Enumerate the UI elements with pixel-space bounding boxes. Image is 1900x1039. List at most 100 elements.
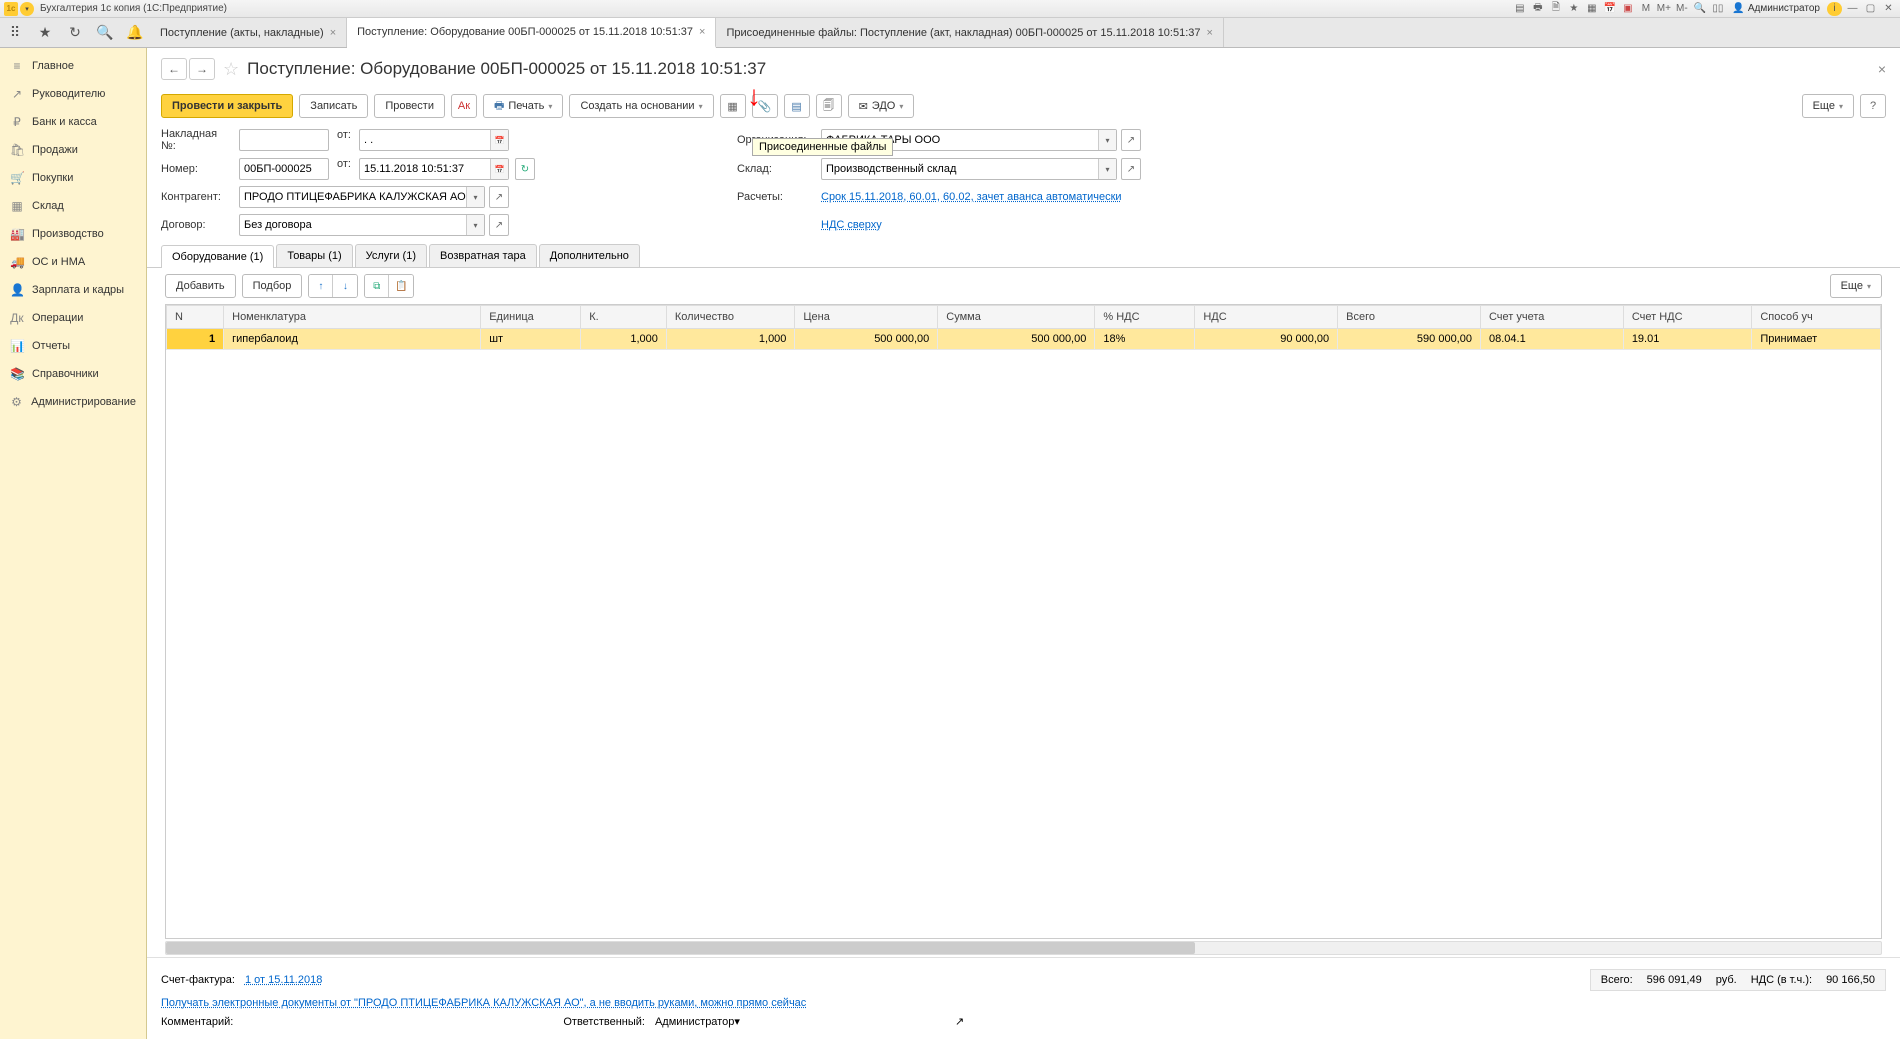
copy-icon[interactable]: ⧉	[365, 275, 389, 297]
sidebar-item-9[interactable]: ДкОперации	[0, 304, 146, 332]
attach-icon[interactable]: 📎	[752, 94, 778, 118]
detail-tab-2[interactable]: Услуги (1)	[355, 244, 427, 267]
print-button[interactable]: 🖶Печать▾	[483, 94, 563, 118]
date-input[interactable]: 15.11.2018 10:51:37📅	[359, 158, 509, 180]
paste-icon[interactable]: 📋	[389, 275, 413, 297]
save-button[interactable]: Записать	[299, 94, 368, 118]
col-header[interactable]: Всего	[1338, 306, 1481, 329]
sidebar-item-11[interactable]: 📚Справочники	[0, 360, 146, 388]
col-header[interactable]: Единица	[481, 306, 581, 329]
close-tab-icon[interactable]: ×	[330, 27, 336, 39]
col-header[interactable]: Сумма	[938, 306, 1095, 329]
search-icon[interactable]: 🔍	[1692, 2, 1707, 16]
num-input[interactable]: 00БП-000025	[239, 158, 329, 180]
nav-fwd[interactable]: →	[189, 58, 215, 80]
history-icon[interactable]: ↻	[60, 18, 90, 47]
col-header[interactable]: % НДС	[1095, 306, 1195, 329]
calendar-icon[interactable]: 📅	[1602, 2, 1617, 16]
add-button[interactable]: Добавить	[165, 274, 236, 298]
app-menu-drop[interactable]: ▾	[20, 2, 34, 16]
edo-button[interactable]: ✉ ЭДО▾	[848, 94, 915, 118]
col-header[interactable]: Счет НДС	[1623, 306, 1752, 329]
detail-tab-0[interactable]: Оборудование (1)	[161, 245, 274, 268]
col-header[interactable]: Счет учета	[1480, 306, 1623, 329]
apps-icon[interactable]: ⠿	[0, 18, 30, 47]
close-tab-icon[interactable]: ×	[1207, 27, 1213, 39]
invoice-date-input[interactable]: . .📅	[359, 129, 509, 151]
data-grid[interactable]: NНоменклатураЕдиницаК.КоличествоЦенаСумм…	[165, 304, 1882, 939]
windows-icon[interactable]: ▯▯	[1710, 2, 1725, 16]
col-header[interactable]: К.	[581, 306, 667, 329]
promo-link[interactable]: Получать электронные документы от "ПРОДО…	[161, 997, 806, 1009]
list-icon[interactable]: ▤	[784, 94, 810, 118]
sidebar-item-5[interactable]: ▦Склад	[0, 192, 146, 220]
m-icon[interactable]: M	[1638, 2, 1653, 16]
bell-icon[interactable]: 🔔	[120, 18, 150, 47]
sidebar-item-12[interactable]: ⚙Администрирование	[0, 388, 146, 416]
col-header[interactable]: НДС	[1195, 306, 1338, 329]
sidebar-item-4[interactable]: 🛒Покупки	[0, 164, 146, 192]
up-icon[interactable]: ↑	[309, 275, 333, 297]
m-minus-icon[interactable]: M-	[1674, 2, 1689, 16]
m-plus-icon[interactable]: M+	[1656, 2, 1671, 16]
vat-link[interactable]: НДС сверху	[821, 219, 1141, 231]
main-tab-1[interactable]: Поступление: Оборудование 00БП-000025 от…	[347, 18, 716, 48]
org-open[interactable]: ↗	[1121, 129, 1141, 151]
sys-icon[interactable]: ▤	[1512, 2, 1527, 16]
favorite-star-icon[interactable]: ☆	[223, 59, 239, 80]
close-window-icon[interactable]: ✕	[1881, 2, 1896, 16]
more-button[interactable]: Еще▾	[1802, 94, 1854, 118]
calc-icon[interactable]: ▦	[1584, 2, 1599, 16]
sidebar-item-8[interactable]: 👤Зарплата и кадры	[0, 276, 146, 304]
scan-icon[interactable]: ▦	[720, 94, 746, 118]
col-header[interactable]: Способ уч	[1752, 306, 1881, 329]
search-tool-icon[interactable]: 🔍	[90, 18, 120, 47]
minimize-icon[interactable]: —	[1845, 2, 1860, 16]
invoice-num-input[interactable]	[239, 129, 329, 151]
col-header[interactable]: N	[167, 306, 224, 329]
close-tab-icon[interactable]: ×	[699, 26, 705, 38]
contr-input[interactable]: ПРОДО ПТИЦЕФАБРИКА КАЛУЖСКАЯ АО▾	[239, 186, 485, 208]
main-tab-0[interactable]: Поступление (акты, накладные)×	[150, 18, 347, 47]
sf-link[interactable]: 1 от 15.11.2018	[245, 974, 322, 986]
detail-tab-1[interactable]: Товары (1)	[276, 244, 352, 267]
sidebar-item-2[interactable]: ₽Банк и касса	[0, 108, 146, 136]
wh-input[interactable]: Производственный склад▾	[821, 158, 1117, 180]
create-based-button[interactable]: Создать на основании▾	[569, 94, 713, 118]
deal-input[interactable]: Без договора▾	[239, 214, 485, 236]
info-icon[interactable]: i	[1827, 2, 1842, 16]
calc-link[interactable]: Срок 15.11.2018, 60.01, 60.02, зачет ава…	[821, 191, 1141, 203]
favorites-icon[interactable]: ★	[1566, 2, 1581, 16]
refresh-icon[interactable]: ↻	[515, 158, 535, 180]
user-label[interactable]: 👤Администратор	[1732, 3, 1820, 14]
close-icon[interactable]: ×	[1878, 61, 1886, 77]
col-header[interactable]: Цена	[795, 306, 938, 329]
resp-input[interactable]: Администратор▾	[655, 1015, 945, 1028]
table-row[interactable]: 1гипербалоидшт1,0001,000500 000,00500 00…	[167, 329, 1881, 350]
print-icon[interactable]: 🖶	[1530, 2, 1545, 16]
date-icon[interactable]: ▣	[1620, 2, 1635, 16]
maximize-icon[interactable]: ▢	[1863, 2, 1878, 16]
sidebar-item-7[interactable]: 🚚ОС и НМА	[0, 248, 146, 276]
help-icon[interactable]: ?	[1860, 94, 1886, 118]
contr-open[interactable]: ↗	[489, 186, 509, 208]
detail-tab-3[interactable]: Возвратная тара	[429, 244, 537, 267]
nav-back[interactable]: ←	[161, 58, 187, 80]
sidebar-item-1[interactable]: ↗Руководителю	[0, 80, 146, 108]
col-header[interactable]: Количество	[666, 306, 795, 329]
down-icon[interactable]: ↓	[333, 275, 357, 297]
sidebar-item-10[interactable]: 📊Отчеты	[0, 332, 146, 360]
post-close-button[interactable]: Провести и закрыть	[161, 94, 293, 118]
tbl-more-button[interactable]: Еще▾	[1830, 274, 1882, 298]
detail-tab-4[interactable]: Дополнительно	[539, 244, 640, 267]
col-header[interactable]: Номенклатура	[224, 306, 481, 329]
deal-open[interactable]: ↗	[489, 214, 509, 236]
dk-icon[interactable]: Ак	[451, 94, 477, 118]
sidebar-item-3[interactable]: 🛍Продажи	[0, 136, 146, 164]
sidebar-item-6[interactable]: 🏭Производство	[0, 220, 146, 248]
doc-icon[interactable]: 🗎	[1548, 2, 1563, 16]
main-tab-2[interactable]: Присоединенные файлы: Поступление (акт, …	[716, 18, 1224, 47]
copy-doc-icon[interactable]: 🗐	[816, 94, 842, 118]
wh-open[interactable]: ↗	[1121, 158, 1141, 180]
h-scrollbar[interactable]	[165, 941, 1882, 955]
